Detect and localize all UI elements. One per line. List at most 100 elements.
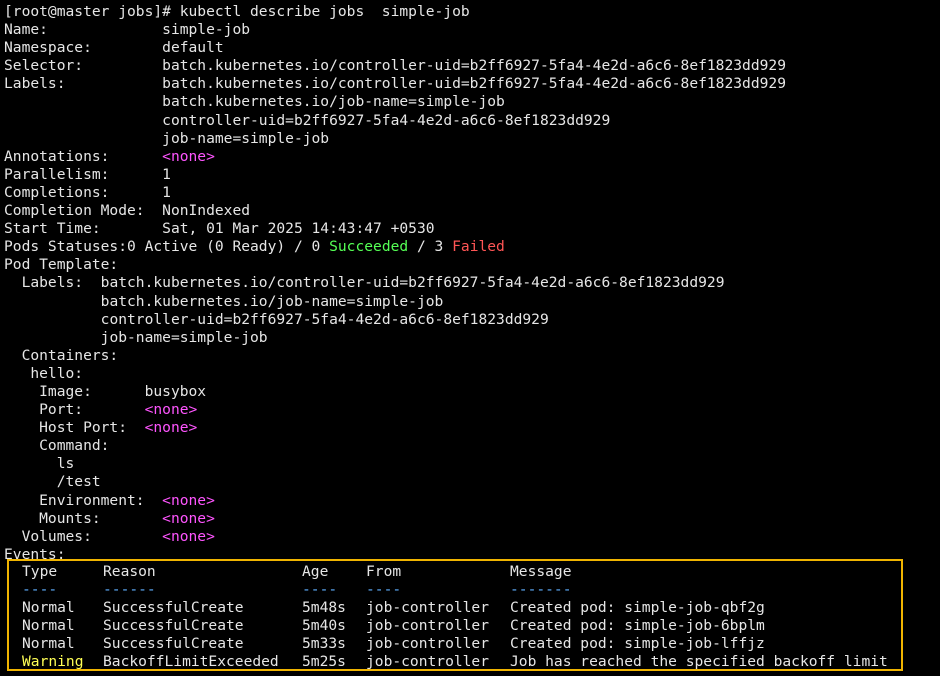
template-value: <none> — [144, 419, 198, 437]
volumes-line: Volumes: <none> — [4, 528, 940, 546]
template-value: <none> — [162, 491, 215, 509]
field-line: controller-uid=b2ff6927-5fa4-4e2d-a6c6-8… — [4, 112, 940, 130]
command-arg-line: ls — [4, 455, 940, 473]
event-cell: Reason — [103, 563, 156, 580]
event-cell: job-controller — [366, 617, 490, 635]
template-key: Mounts: — [4, 509, 163, 527]
pod-label-line: batch.kubernetes.io/job-name=simple-job — [4, 293, 940, 311]
template-value: job-name=simple-job — [100, 328, 268, 346]
field-key: Start Time: — [4, 220, 163, 238]
template-value: batch.kubernetes.io/job-name=simple-job — [100, 292, 444, 310]
field-value: <none> — [162, 147, 215, 165]
field-line: Namespace: default — [4, 39, 940, 57]
template-key: Image: — [4, 382, 145, 400]
failed-status: Failed — [452, 238, 505, 256]
event-cell: From — [366, 563, 402, 580]
template-value: busybox — [144, 382, 207, 400]
template-key: Environment: — [4, 491, 163, 509]
event-cell: ------- — [510, 581, 572, 599]
event-cell: 5m48s — [302, 599, 346, 617]
event-cell: Normal — [22, 635, 75, 653]
command-arg-line: /test — [4, 473, 940, 491]
template-value: batch.kubernetes.io/controller-uid=b2ff6… — [100, 274, 725, 292]
event-cell: job-controller — [366, 635, 490, 653]
event-cell: Age — [302, 563, 329, 580]
event-cell: BackoffLimitExceeded — [103, 653, 279, 671]
field-value: 1 — [162, 165, 171, 183]
containers-line: Containers: — [4, 347, 940, 365]
image-line: Image: busybox — [4, 383, 940, 401]
field-value: batch.kubernetes.io/controller-uid=b2ff6… — [162, 75, 786, 93]
template-key: /test — [4, 473, 101, 491]
pod-template-section: Labels: batch.kubernetes.io/controller-u… — [4, 274, 940, 545]
event-cell: Normal — [22, 599, 75, 617]
event-cell: SuccessfulCreate — [103, 599, 244, 617]
mounts-line: Mounts: <none> — [4, 510, 940, 528]
field-line: Name: simple-job — [4, 21, 940, 39]
template-key — [4, 329, 101, 346]
template-key — [4, 311, 101, 328]
field-key: Namespace: — [4, 39, 163, 57]
template-key: ls — [4, 455, 75, 473]
field-key: Annotations: — [4, 147, 163, 165]
template-key: Labels: — [4, 274, 101, 292]
field-key — [4, 130, 162, 147]
pods-statuses-part1: 0 Active (0 Ready) / 0 — [127, 238, 330, 256]
event-cell: Job has reached the specified backoff li… — [510, 653, 888, 671]
field-value: controller-uid=b2ff6927-5fa4-4e2d-a6c6-8… — [162, 111, 611, 129]
template-value: controller-uid=b2ff6927-5fa4-4e2d-a6c6-8… — [100, 310, 549, 328]
event-cell: Message — [510, 563, 572, 580]
environment-line: Environment: <none> — [4, 492, 940, 510]
field-key: Completions: — [4, 183, 163, 201]
pods-statuses-line: Pods Statuses:0 Active (0 Ready) / 0 Suc… — [4, 238, 940, 256]
field-line: Completions: 1 — [4, 184, 940, 202]
event-cell: Warning — [22, 653, 84, 671]
event-cell: Type — [22, 563, 58, 580]
field-key: Selector: — [4, 57, 163, 75]
field-line: Selector: batch.kubernetes.io/controller… — [4, 57, 940, 75]
field-line: Parallelism: 1 — [4, 166, 940, 184]
field-value: simple-job — [162, 21, 251, 39]
port-line: Port: <none> — [4, 401, 940, 419]
field-line: batch.kubernetes.io/job-name=simple-job — [4, 93, 940, 111]
host-port-line: Host Port: <none> — [4, 419, 940, 437]
field-key — [4, 93, 162, 110]
pods-statuses-part2: / 3 — [408, 238, 453, 256]
field-value: NonIndexed — [162, 202, 251, 220]
event-cell: ------ — [103, 581, 156, 599]
field-value: Sat, 01 Mar 2025 14:43:47 +0530 — [162, 220, 435, 238]
field-line: Labels: batch.kubernetes.io/controller-u… — [4, 75, 940, 93]
template-key: hello: — [4, 364, 84, 382]
template-value: <none> — [162, 527, 215, 545]
field-line: Annotations: <none> — [4, 148, 940, 166]
field-line: Start Time: Sat, 01 Mar 2025 14:43:47 +0… — [4, 220, 940, 238]
pod-label-line: controller-uid=b2ff6927-5fa4-4e2d-a6c6-8… — [4, 311, 940, 329]
event-cell: SuccessfulCreate — [103, 635, 244, 653]
event-cell: SuccessfulCreate — [103, 617, 244, 635]
event-cell: ---- — [366, 581, 402, 599]
field-key: Name: — [4, 21, 163, 39]
job-fields: Name: simple-job Namespace: default Select… — [4, 21, 940, 238]
event-cell: ---- — [302, 581, 338, 599]
pods-statuses-key: Pods Statuses: — [4, 238, 128, 256]
template-key: Command: — [4, 437, 110, 455]
template-key: Containers: — [4, 346, 119, 364]
event-cell: ---- — [22, 581, 58, 599]
command-prompt: [root@master jobs]# kubectl describe job… — [4, 3, 470, 20]
events-key: Events: — [4, 545, 66, 563]
pod-template-key: Pod Template: — [4, 256, 119, 274]
field-value: batch.kubernetes.io/job-name=simple-job — [162, 93, 505, 111]
event-cell: 5m33s — [302, 635, 346, 653]
field-value: batch.kubernetes.io/controller-uid=b2ff6… — [162, 57, 786, 75]
field-key: Completion Mode: — [4, 202, 163, 220]
event-cell: Created pod: simple-job-qbf2g — [510, 599, 765, 617]
event-cell: Created pod: simple-job-6bplm — [510, 617, 765, 635]
command-line: Command: — [4, 437, 940, 455]
field-key — [4, 112, 162, 129]
event-cell: 5m25s — [302, 653, 346, 671]
pod-label-line: job-name=simple-job — [4, 329, 940, 347]
field-key: Parallelism: — [4, 165, 163, 183]
event-cell: Normal — [22, 617, 75, 635]
template-key: Host Port: — [4, 419, 145, 437]
template-value: <none> — [144, 401, 198, 419]
